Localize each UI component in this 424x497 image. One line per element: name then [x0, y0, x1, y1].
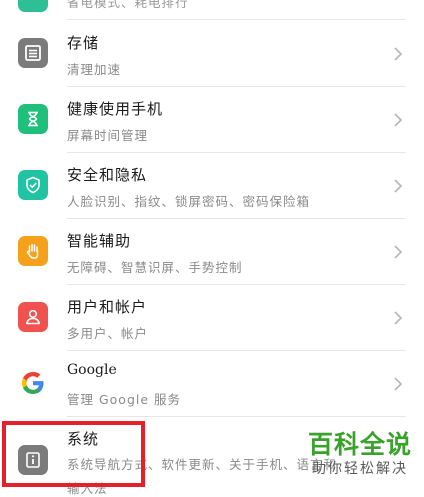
settings-item-title: 智能辅助 — [67, 232, 132, 250]
chevron-right-icon — [394, 113, 403, 127]
settings-item-subtitle: 省电模式、耗电排行 — [67, 0, 189, 10]
settings-item-storage[interactable]: 存储 清理加速 — [0, 20, 424, 86]
settings-item-title: 安全和隐私 — [67, 166, 148, 184]
chevron-right-icon — [394, 377, 403, 391]
chevron-right-icon — [394, 245, 403, 259]
chevron-right-icon — [394, 47, 403, 61]
settings-item-google[interactable]: Google 管理 Google 服务 — [0, 350, 424, 416]
chevron-right-icon — [394, 311, 403, 325]
watermark-title: 百科全说 — [307, 430, 412, 459]
hand-icon — [18, 236, 48, 266]
settings-item-subtitle: 管理 Google 服务 — [67, 392, 182, 407]
settings-item-subtitle: 多用户、帐户 — [67, 326, 149, 341]
battery-icon — [18, 0, 48, 12]
settings-list: 省电模式、耗电排行 存储 清理加速 健康使用手机 屏幕时间管理 安全和隐私 人脸… — [0, 0, 424, 496]
chevron-right-icon — [394, 179, 403, 193]
settings-item-accounts[interactable]: 用户和帐户 多用户、帐户 — [0, 284, 424, 350]
settings-item-title: 健康使用手机 — [67, 100, 164, 118]
watermark-subtitle: 助你轻松解决 — [312, 461, 408, 477]
settings-item-title: Google — [67, 362, 117, 378]
settings-item-subtitle: 清理加速 — [67, 62, 122, 77]
watermark: 百科全说 助你轻松解决 — [300, 430, 420, 478]
user-icon — [18, 302, 48, 332]
settings-item-title: 用户和帐户 — [67, 298, 148, 316]
hourglass-icon — [18, 104, 48, 134]
settings-item-accessibility[interactable]: 智能辅助 无障碍、智慧识屏、手势控制 — [0, 218, 424, 284]
settings-item-subtitle: 屏幕时间管理 — [67, 128, 149, 143]
settings-item-battery-partial[interactable]: 省电模式、耗电排行 — [0, 0, 424, 20]
storage-icon — [18, 38, 48, 68]
google-icon — [18, 368, 48, 398]
settings-item-title: 存储 — [67, 34, 100, 52]
highlight-box — [2, 421, 145, 487]
settings-item-subtitle: 无障碍、智慧识屏、手势控制 — [67, 260, 243, 275]
shield-check-icon — [18, 170, 48, 200]
settings-item-security[interactable]: 安全和隐私 人脸识别、指纹、锁屏密码、密码保险箱 — [0, 152, 424, 218]
settings-item-digital-balance[interactable]: 健康使用手机 屏幕时间管理 — [0, 86, 424, 152]
settings-item-subtitle: 人脸识别、指纹、锁屏密码、密码保险箱 — [67, 194, 311, 209]
